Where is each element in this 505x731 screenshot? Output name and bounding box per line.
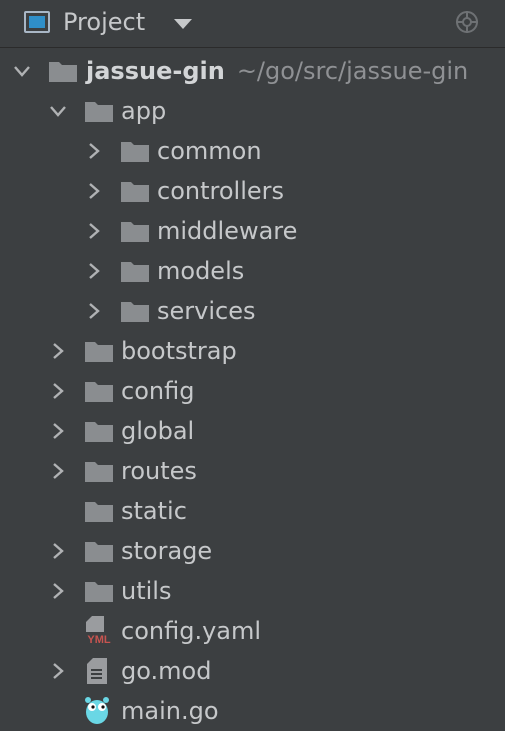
project-view-title[interactable]: Project xyxy=(63,8,145,36)
chevron-right-icon[interactable] xyxy=(84,261,104,281)
tree-item-middleware[interactable]: middleware xyxy=(0,211,505,251)
dropdown-caret-icon[interactable] xyxy=(174,19,192,29)
chevron-right-icon[interactable] xyxy=(48,381,68,401)
folder-icon xyxy=(85,102,113,122)
tree-item-label: app xyxy=(121,97,167,125)
folder-icon xyxy=(121,302,149,322)
yaml-file-icon: YML xyxy=(83,616,115,645)
chevron-right-icon[interactable] xyxy=(84,181,104,201)
chevron-right-icon[interactable] xyxy=(84,141,104,161)
tree-item-common[interactable]: common xyxy=(0,131,505,171)
folder-icon xyxy=(85,422,113,442)
tree-item-static[interactable]: static xyxy=(0,491,505,531)
folder-icon xyxy=(49,62,77,82)
tree-item-label: common xyxy=(157,137,262,165)
tree-item-label: config xyxy=(121,377,195,405)
locate-target-icon[interactable] xyxy=(455,10,479,34)
tree-item-label: utils xyxy=(121,577,172,605)
folder-icon xyxy=(85,542,113,562)
tree-item-label: global xyxy=(121,417,195,445)
chevron-right-icon[interactable] xyxy=(84,221,104,241)
chevron-down-icon[interactable] xyxy=(12,61,32,81)
tree-item-label: routes xyxy=(121,457,197,485)
tree-item-app[interactable]: app xyxy=(0,91,505,131)
tree-item-routes[interactable]: routes xyxy=(0,451,505,491)
tree-item-label: main.go xyxy=(121,697,219,725)
tree-item-controllers[interactable]: controllers xyxy=(0,171,505,211)
yml-badge: YML xyxy=(87,634,111,645)
folder-icon xyxy=(121,262,149,282)
tree-item-config-yaml[interactable]: YML config.yaml xyxy=(0,611,505,651)
chevron-right-icon[interactable] xyxy=(48,461,68,481)
tree-item-label: config.yaml xyxy=(121,617,262,645)
folder-icon xyxy=(121,182,149,202)
folder-icon xyxy=(85,342,113,362)
project-tool-window-header: Project xyxy=(0,0,505,48)
folder-icon xyxy=(85,462,113,482)
tree-item-global[interactable]: global xyxy=(0,411,505,451)
tree-item-services[interactable]: services xyxy=(0,291,505,331)
tree-item-main-go[interactable]: main.go xyxy=(0,691,505,731)
chevron-right-icon[interactable] xyxy=(48,581,68,601)
tree-item-label: models xyxy=(157,257,245,285)
tree-item-go-mod[interactable]: go.mod xyxy=(0,651,505,691)
chevron-right-icon[interactable] xyxy=(48,661,68,681)
chevron-down-icon[interactable] xyxy=(48,101,68,121)
folder-icon xyxy=(85,582,113,602)
text-file-icon xyxy=(87,658,107,684)
tree-item-config[interactable]: config xyxy=(0,371,505,411)
tree-item-label: services xyxy=(157,297,256,325)
tree-item-label: static xyxy=(121,497,187,525)
tree-root-jassue-gin[interactable]: jassue-gin ~/go/src/jassue-gin xyxy=(0,51,505,91)
tree-item-storage[interactable]: storage xyxy=(0,531,505,571)
gopher-icon xyxy=(85,697,109,724)
tree-item-label: controllers xyxy=(157,177,284,205)
tree-item-utils[interactable]: utils xyxy=(0,571,505,611)
tree-item-label: go.mod xyxy=(121,657,212,685)
root-folder-name: jassue-gin xyxy=(86,57,225,85)
tree-item-label: storage xyxy=(121,537,213,565)
chevron-right-icon[interactable] xyxy=(48,341,68,361)
tree-root-label: jassue-gin ~/go/src/jassue-gin xyxy=(86,56,468,86)
tree-item-bootstrap[interactable]: bootstrap xyxy=(0,331,505,371)
root-folder-path: ~/go/src/jassue-gin xyxy=(236,57,469,85)
tree-item-label: middleware xyxy=(157,217,298,245)
chevron-right-icon[interactable] xyxy=(48,541,68,561)
folder-icon xyxy=(121,142,149,162)
tree-item-models[interactable]: models xyxy=(0,251,505,291)
project-window-icon xyxy=(24,11,50,33)
chevron-right-icon[interactable] xyxy=(84,301,104,321)
folder-icon xyxy=(121,222,149,242)
chevron-right-icon[interactable] xyxy=(48,421,68,441)
folder-icon xyxy=(85,382,113,402)
tree-item-label: bootstrap xyxy=(121,337,237,365)
folder-icon xyxy=(85,502,113,522)
